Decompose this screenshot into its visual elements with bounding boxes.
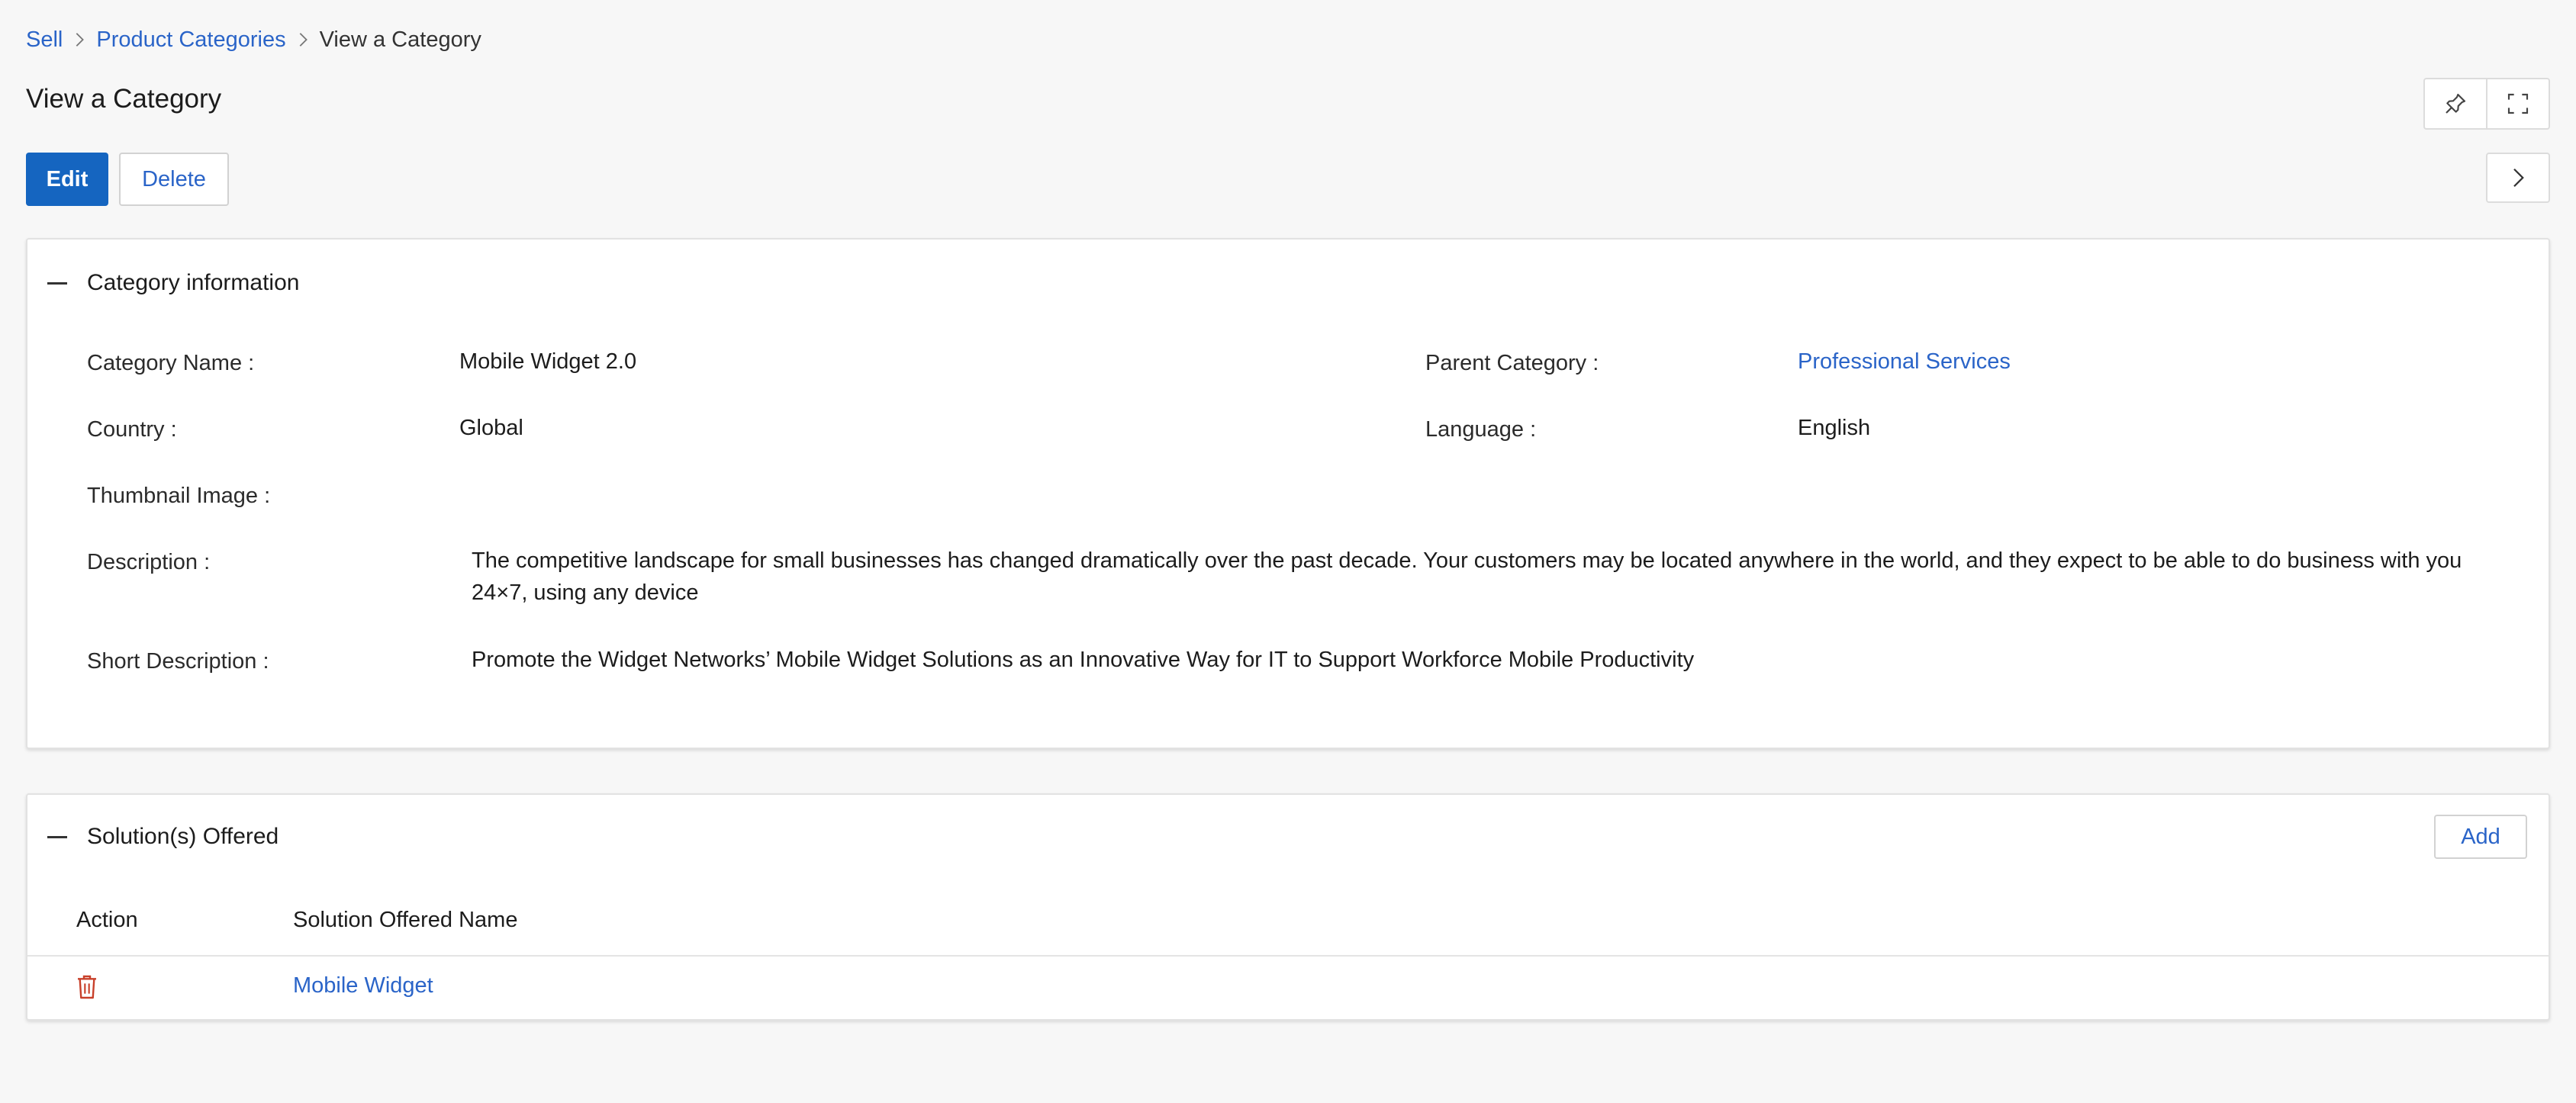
table-row: Mobile Widget (27, 957, 2549, 1021)
add-solution-button[interactable]: Add (2434, 815, 2527, 859)
trash-icon[interactable] (75, 973, 99, 1001)
edit-button[interactable]: Edit (26, 153, 108, 206)
view-tools (2423, 78, 2550, 130)
country-value: Global (459, 416, 523, 440)
next-record-button[interactable] (2486, 153, 2550, 203)
thumbnail-image-label: Thumbnail Image : (87, 484, 271, 508)
fullscreen-icon (2507, 93, 2529, 114)
parent-category-link[interactable]: Professional Services (1798, 346, 2011, 378)
language-label: Language : (1425, 417, 1537, 442)
country-label: Country : (87, 417, 177, 442)
column-header-action: Action (76, 908, 138, 932)
chevron-right-icon (2513, 168, 2524, 188)
category-information-panel: Category information Category Name : Mob… (26, 238, 2550, 749)
pin-icon (2446, 93, 2466, 114)
category-name-label: Category Name : (87, 351, 255, 375)
parent-category-label: Parent Category : (1425, 351, 1599, 375)
solution-name-link[interactable]: Mobile Widget (293, 973, 433, 998)
panel-title: Category information (87, 270, 300, 295)
panel-title: Solution(s) Offered (87, 824, 279, 849)
language-value: English (1798, 416, 1871, 440)
collapse-icon[interactable] (47, 826, 69, 847)
breadcrumb-sell[interactable]: Sell (26, 27, 63, 53)
description-label: Description : (87, 550, 211, 574)
page: Sell Product Categories View a Category … (0, 0, 2576, 1103)
category-name-value: Mobile Widget 2.0 (459, 349, 637, 374)
short-description-value: Promote the Widget Networks’ Mobile Widg… (472, 648, 1695, 672)
chevron-right-icon (286, 31, 320, 48)
page-title: View a Category (26, 84, 222, 114)
breadcrumb-current: View a Category (319, 27, 481, 52)
fullscreen-button[interactable] (2486, 79, 2549, 128)
breadcrumb-product-categories[interactable]: Product Categories (96, 27, 285, 53)
breadcrumb: Sell Product Categories View a Category (26, 26, 481, 53)
panel-header: Category information (47, 270, 299, 296)
delete-button[interactable]: Delete (119, 153, 229, 206)
panel-header: Solution(s) Offered (47, 824, 279, 850)
column-header-solution-name: Solution Offered Name (293, 908, 518, 932)
table-header: Action Solution Offered Name (27, 885, 2549, 957)
short-description-label: Short Description : (87, 649, 269, 674)
collapse-icon[interactable] (47, 272, 69, 294)
pin-button[interactable] (2425, 79, 2486, 128)
chevron-right-icon (63, 31, 96, 48)
description-value: The competitive landscape for small busi… (472, 548, 2462, 605)
solutions-offered-panel: Solution(s) Offered Add Action Solution … (26, 793, 2550, 1021)
